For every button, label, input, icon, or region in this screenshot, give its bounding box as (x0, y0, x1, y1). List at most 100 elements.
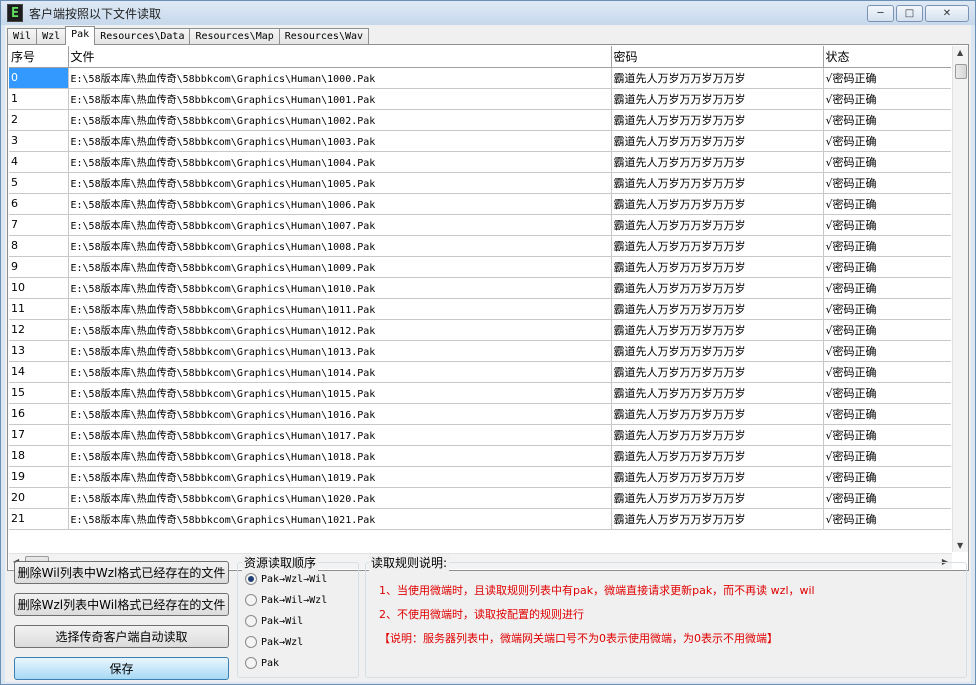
radio-button[interactable] (245, 636, 257, 648)
table-row[interactable]: 1 E:\58版本库\热血传奇\58bbkcom\Graphics\Human\1… (9, 88, 951, 110)
cell-password[interactable]: 霸道先人万岁万万岁万万岁 (611, 508, 824, 530)
table-row[interactable]: 15 E:\58版本库\热血传奇\58bbkcom\Graphics\Human\… (9, 382, 951, 404)
cell-index[interactable]: 13 (9, 340, 69, 362)
cell-file-path[interactable]: E:\58版本库\热血传奇\58bbkcom\Graphics\Human\10… (68, 298, 612, 320)
cell-index[interactable]: 5 (9, 172, 69, 194)
table-row[interactable]: 10 E:\58版本库\热血传奇\58bbkcom\Graphics\Human\… (9, 277, 951, 299)
table-row[interactable]: 5 E:\58版本库\热血传奇\58bbkcom\Graphics\Human\1… (9, 172, 951, 194)
cell-index[interactable]: 14 (9, 361, 69, 383)
cell-index[interactable]: 19 (9, 466, 69, 488)
delete-wzl-duplicates-button[interactable]: 删除Wzl列表中Wil格式已经存在的文件 (14, 593, 229, 616)
cell-status[interactable]: √密码正确 (823, 403, 951, 425)
table-row[interactable]: 2 E:\58版本库\热血传奇\58bbkcom\Graphics\Human\1… (9, 109, 951, 131)
cell-status[interactable]: √密码正确 (823, 445, 951, 467)
radio-button[interactable] (245, 615, 257, 627)
cell-file-path[interactable]: E:\58版本库\热血传奇\58bbkcom\Graphics\Human\10… (68, 172, 612, 194)
cell-file-path[interactable]: E:\58版本库\热血传奇\58bbkcom\Graphics\Human\10… (68, 319, 612, 341)
cell-password[interactable]: 霸道先人万岁万万岁万万岁 (611, 445, 824, 467)
cell-password[interactable]: 霸道先人万岁万万岁万万岁 (611, 256, 824, 278)
cell-index[interactable]: 20 (9, 487, 69, 509)
cell-index[interactable]: 2 (9, 109, 69, 131)
cell-file-path[interactable]: E:\58版本库\热血传奇\58bbkcom\Graphics\Human\10… (68, 487, 612, 509)
cell-password[interactable]: 霸道先人万岁万万岁万万岁 (611, 403, 824, 425)
cell-password[interactable]: 霸道先人万岁万万岁万万岁 (611, 172, 824, 194)
cell-file-path[interactable]: E:\58版本库\热血传奇\58bbkcom\Graphics\Human\10… (68, 235, 612, 257)
cell-status[interactable]: √密码正确 (823, 424, 951, 446)
cell-status[interactable]: √密码正确 (823, 277, 951, 299)
cell-index[interactable]: 11 (9, 298, 69, 320)
cell-status[interactable]: √密码正确 (823, 214, 951, 236)
delete-wil-duplicates-button[interactable]: 删除Wil列表中Wzl格式已经存在的文件 (14, 561, 229, 584)
cell-index[interactable]: 10 (9, 277, 69, 299)
cell-status[interactable]: √密码正确 (823, 193, 951, 215)
table-row[interactable]: 4 E:\58版本库\热血传奇\58bbkcom\Graphics\Human\1… (9, 151, 951, 173)
cell-index[interactable]: 21 (9, 508, 69, 530)
cell-status[interactable]: √密码正确 (823, 340, 951, 362)
save-button[interactable]: 保存 (14, 657, 229, 680)
cell-index[interactable]: 18 (9, 445, 69, 467)
column-header-status[interactable]: 状态 (823, 46, 951, 68)
cell-password[interactable]: 霸道先人万岁万万岁万万岁 (611, 487, 824, 509)
cell-status[interactable]: √密码正确 (823, 319, 951, 341)
cell-password[interactable]: 霸道先人万岁万万岁万万岁 (611, 340, 824, 362)
cell-status[interactable]: √密码正确 (823, 67, 951, 89)
table-row[interactable]: 8 E:\58版本库\热血传奇\58bbkcom\Graphics\Human\1… (9, 235, 951, 257)
cell-file-path[interactable]: E:\58版本库\热血传奇\58bbkcom\Graphics\Human\10… (68, 151, 612, 173)
cell-status[interactable]: √密码正确 (823, 466, 951, 488)
minimize-button[interactable]: ─ (867, 5, 894, 22)
cell-status[interactable]: √密码正确 (823, 487, 951, 509)
cell-file-path[interactable]: E:\58版本库\热血传奇\58bbkcom\Graphics\Human\10… (68, 382, 612, 404)
read-order-option[interactable]: Pak→Wil→Wzl (245, 594, 327, 606)
table-row[interactable]: 19 E:\58版本库\热血传奇\58bbkcom\Graphics\Human\… (9, 466, 951, 488)
cell-index[interactable]: 8 (9, 235, 69, 257)
cell-file-path[interactable]: E:\58版本库\热血传奇\58bbkcom\Graphics\Human\10… (68, 130, 612, 152)
tab-resources-wav[interactable]: Resources\Wav (278, 28, 370, 45)
table-row[interactable]: 21 E:\58版本库\热血传奇\58bbkcom\Graphics\Human\… (9, 508, 951, 530)
table-row[interactable]: 16 E:\58版本库\热血传奇\58bbkcom\Graphics\Human\… (9, 403, 951, 425)
cell-status[interactable]: √密码正确 (823, 235, 951, 257)
read-order-option[interactable]: Pak→Wzl (245, 636, 303, 648)
table-row[interactable]: 13 E:\58版本库\热血传奇\58bbkcom\Graphics\Human\… (9, 340, 951, 362)
select-client-button[interactable]: 选择传奇客户端自动读取 (14, 625, 229, 648)
cell-index[interactable]: 6 (9, 193, 69, 215)
table-row[interactable]: 9 E:\58版本库\热血传奇\58bbkcom\Graphics\Human\1… (9, 256, 951, 278)
cell-file-path[interactable]: E:\58版本库\热血传奇\58bbkcom\Graphics\Human\10… (68, 88, 612, 110)
read-order-option[interactable]: Pak→Wzl→Wil (245, 573, 327, 585)
column-header-password[interactable]: 密码 (611, 46, 824, 68)
table-row[interactable]: 17 E:\58版本库\热血传奇\58bbkcom\Graphics\Human\… (9, 424, 951, 446)
cell-file-path[interactable]: E:\58版本库\热血传奇\58bbkcom\Graphics\Human\10… (68, 109, 612, 131)
cell-status[interactable]: √密码正确 (823, 109, 951, 131)
table-row[interactable]: 20 E:\58版本库\热血传奇\58bbkcom\Graphics\Human\… (9, 487, 951, 509)
table-row[interactable]: 18 E:\58版本库\热血传奇\58bbkcom\Graphics\Human\… (9, 445, 951, 467)
cell-password[interactable]: 霸道先人万岁万万岁万万岁 (611, 67, 824, 89)
cell-file-path[interactable]: E:\58版本库\热血传奇\58bbkcom\Graphics\Human\10… (68, 214, 612, 236)
cell-index[interactable]: 0 (9, 67, 69, 89)
cell-file-path[interactable]: E:\58版本库\热血传奇\58bbkcom\Graphics\Human\10… (68, 256, 612, 278)
table-row[interactable]: 0 E:\58版本库\热血传奇\58bbkcom\Graphics\Human\1… (9, 67, 951, 89)
cell-file-path[interactable]: E:\58版本库\热血传奇\58bbkcom\Graphics\Human\10… (68, 466, 612, 488)
table-row[interactable]: 14 E:\58版本库\热血传奇\58bbkcom\Graphics\Human\… (9, 361, 951, 383)
tab-resources-map[interactable]: Resources\Map (189, 28, 280, 45)
vertical-scrollbar[interactable]: ▲ ▼ (952, 46, 968, 552)
cell-password[interactable]: 霸道先人万岁万万岁万万岁 (611, 214, 824, 236)
table-row[interactable]: 3 E:\58版本库\热血传奇\58bbkcom\Graphics\Human\1… (9, 130, 951, 152)
tab-pak[interactable]: Pak (65, 26, 96, 45)
table-row[interactable]: 6 E:\58版本库\热血传奇\58bbkcom\Graphics\Human\1… (9, 193, 951, 215)
table-row[interactable]: 11 E:\58版本库\热血传奇\58bbkcom\Graphics\Human\… (9, 298, 951, 320)
tab-resources-data[interactable]: Resources\Data (94, 28, 191, 45)
cell-status[interactable]: √密码正确 (823, 130, 951, 152)
cell-password[interactable]: 霸道先人万岁万万岁万万岁 (611, 382, 824, 404)
cell-password[interactable]: 霸道先人万岁万万岁万万岁 (611, 298, 824, 320)
cell-status[interactable]: √密码正确 (823, 382, 951, 404)
title-bar[interactable]: E 客户端按照以下文件读取 ─ □ ✕ (1, 1, 975, 25)
cell-file-path[interactable]: E:\58版本库\热血传奇\58bbkcom\Graphics\Human\10… (68, 277, 612, 299)
cell-password[interactable]: 霸道先人万岁万万岁万万岁 (611, 319, 824, 341)
cell-password[interactable]: 霸道先人万岁万万岁万万岁 (611, 88, 824, 110)
cell-file-path[interactable]: E:\58版本库\热血传奇\58bbkcom\Graphics\Human\10… (68, 67, 612, 89)
read-order-option[interactable]: Pak (245, 657, 279, 669)
cell-file-path[interactable]: E:\58版本库\热血传奇\58bbkcom\Graphics\Human\10… (68, 340, 612, 362)
cell-index[interactable]: 16 (9, 403, 69, 425)
cell-file-path[interactable]: E:\58版本库\热血传奇\58bbkcom\Graphics\Human\10… (68, 424, 612, 446)
cell-status[interactable]: √密码正确 (823, 172, 951, 194)
read-order-option[interactable]: Pak→Wil (245, 615, 303, 627)
